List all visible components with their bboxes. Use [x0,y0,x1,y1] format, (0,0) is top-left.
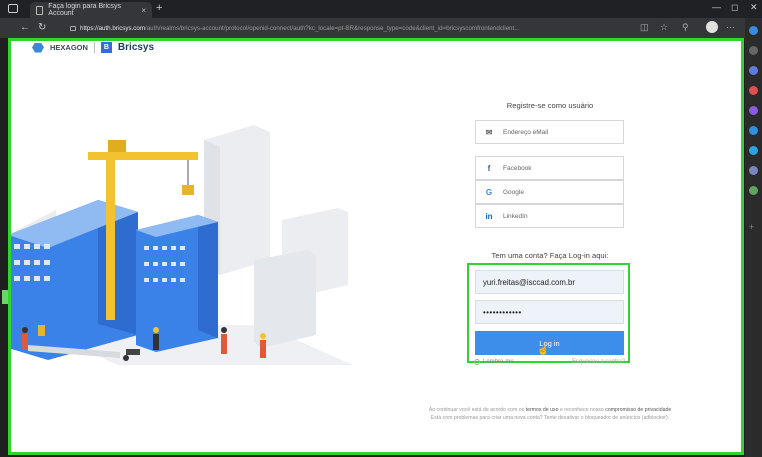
linkedin-button[interactable]: in LinkedIn [475,204,624,228]
privacy-link[interactable]: compromisso de privacidade [605,407,671,413]
bricsys-wordmark: Bricsys [117,42,155,53]
forgot-password-link[interactable]: Esqueceu a senha? [572,359,625,365]
page-favicon-icon [36,5,44,15]
window-menu-icon[interactable] [8,4,18,13]
lock-icon [70,25,76,31]
register-email-label: Endereço eMail [503,128,549,136]
email-icon: ✉ [485,127,493,137]
linkedin-label: LinkedIn [503,212,528,220]
bricsys-logo-icon: B [100,42,112,53]
register-heading: Registre-se como usuário [506,101,594,110]
legal-text-prefix: Ao continuar você está de acordo com os [428,407,526,413]
linkedin-icon: in [485,211,493,221]
new-tab-button[interactable]: + [156,2,162,14]
sidebar-tools-icon[interactable] [749,66,758,75]
minimize-icon[interactable]: — [712,2,721,12]
facebook-label: Facebook [503,164,532,172]
favorites-icon[interactable]: ☆ [660,22,668,33]
register-email-button[interactable]: ✉ Endereço eMail [475,120,624,144]
url-path: /auth/realms/bricsys-account/protocol/op… [145,24,520,32]
google-icon: G [485,187,493,197]
sidebar-office-icon[interactable] [749,126,758,135]
remember-me-option[interactable]: Lembre-me [474,359,514,365]
tab-title: Faça login para Bricsys Account [48,3,122,17]
facebook-button[interactable]: f Facebook [475,156,624,180]
logo-divider [93,42,95,53]
remember-me-radio[interactable] [474,359,480,365]
sidebar-apps-icon[interactable] [749,86,758,95]
legal-text-mid: e reconhece nosso [558,407,606,413]
browser-toolbar: ← ↻ https://auth.bricsys.com/auth/realms… [0,18,762,38]
construction-illustration [8,125,353,365]
sidebar-outlook-icon[interactable] [749,146,758,155]
login-heading: Tem uma conta? Faça Log-in aqui: [491,251,609,260]
google-label: Google [503,188,524,196]
remember-me-label: Lembre-me [483,359,514,365]
hexagon-wordmark: HEXAGON [50,43,88,52]
browser-tab-bar: Faça login para Bricsys Account × + — ◻ … [0,0,762,18]
brand-logo: HEXAGON B Bricsys [32,42,154,53]
sidebar-add-icon[interactable]: + [749,222,758,232]
split-screen-icon[interactable]: ◫ [640,22,649,33]
sidebar-drop-icon[interactable] [749,166,758,175]
sidebar-search-icon[interactable] [749,46,758,55]
refresh-icon[interactable]: ↻ [38,22,46,33]
url-host: https://auth.bricsys.com [80,24,145,32]
extensions-icon[interactable]: ⚲ [682,22,689,33]
tab-close-icon[interactable]: × [141,6,146,15]
login-highlight-box [467,263,630,363]
browser-tab[interactable]: Faça login para Bricsys Account × [30,2,152,18]
profile-avatar[interactable] [706,21,718,33]
google-button[interactable]: G Google [475,180,624,204]
sidebar-extra-icon[interactable] [749,186,758,195]
adblock-notice: Está com problemas para criar uma nova c… [430,415,670,421]
edge-sidebar: + [745,18,762,457]
hexagon-logo-icon [32,42,44,53]
terms-link[interactable]: termos de uso [526,407,559,413]
back-icon[interactable]: ← [20,22,30,33]
restore-icon[interactable]: ◻ [731,2,738,13]
close-window-icon[interactable]: ✕ [750,2,758,13]
sidebar-games-icon[interactable] [749,106,758,115]
legal-notice: Ao continuar você está de acordo com os … [395,406,705,422]
address-bar[interactable]: https://auth.bricsys.com/auth/realms/bri… [70,21,630,35]
copilot-icon[interactable] [749,26,758,35]
more-menu-icon[interactable]: ⋯ [726,22,735,33]
facebook-icon: f [487,163,491,173]
